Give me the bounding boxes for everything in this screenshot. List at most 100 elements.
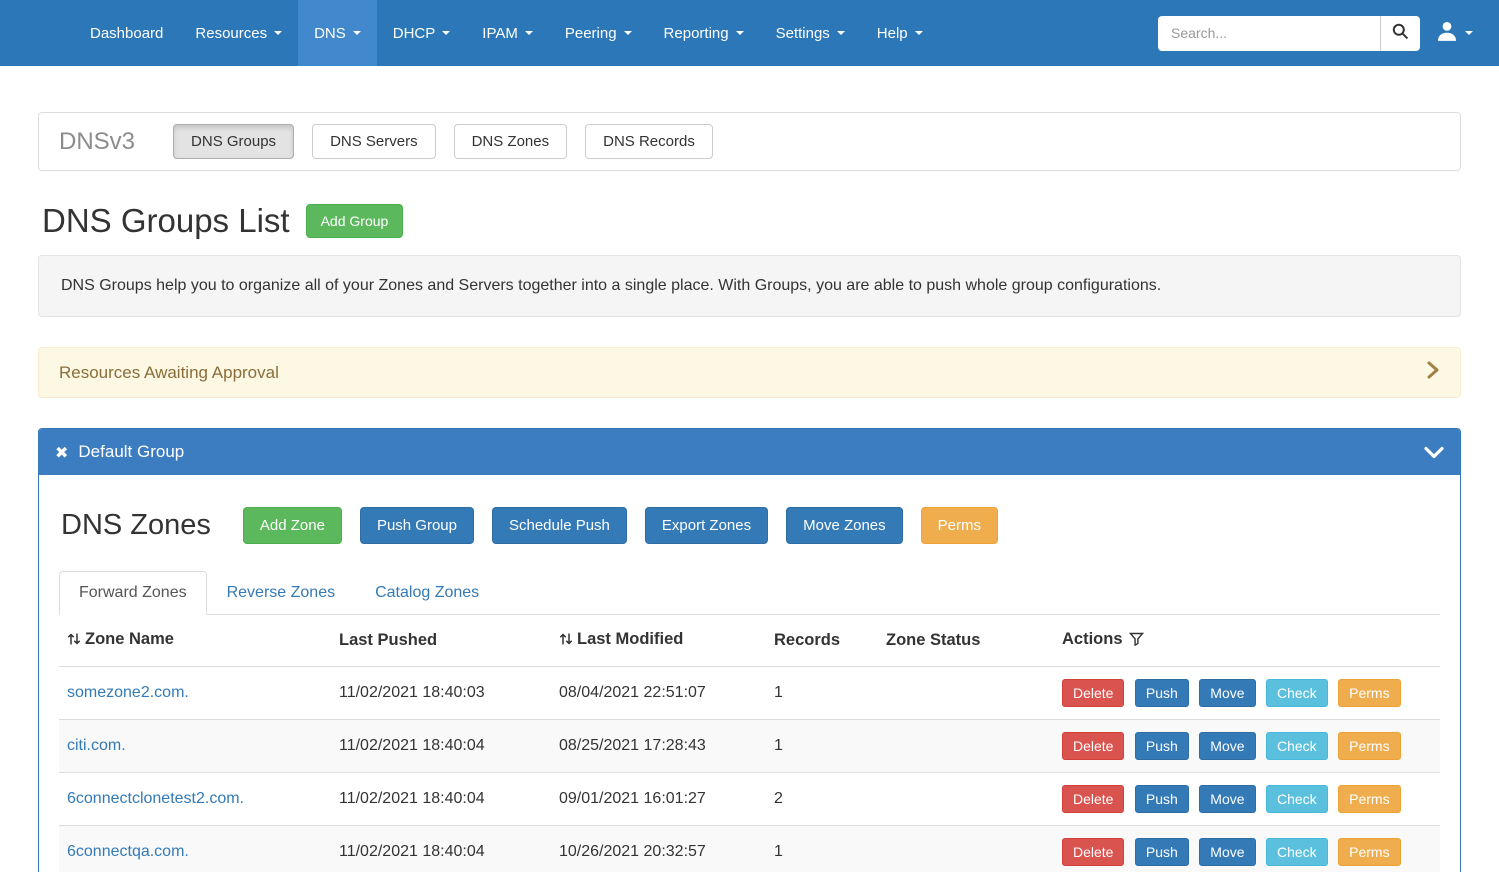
delete-button[interactable]: Delete [1062,838,1124,866]
push-button[interactable]: Push [1135,785,1189,813]
add-group-button[interactable]: Add Group [306,204,404,238]
move-button[interactable]: Move [1199,679,1255,707]
perms-button[interactable]: Perms [921,507,998,544]
approval-title: Resources Awaiting Approval [59,363,279,383]
check-button[interactable]: Check [1266,838,1328,866]
header-label: Last Modified [577,630,683,648]
move-button[interactable]: Move [1199,838,1255,866]
page-title: DNS Groups List [42,202,290,240]
table-row: citi.com. 11/02/2021 18:40:04 08/25/2021… [59,720,1440,773]
perms-row-button[interactable]: Perms [1338,679,1400,707]
chevron-down-icon[interactable] [1424,446,1444,459]
dns-zones-button[interactable]: DNS Zones [454,124,568,159]
top-navbar: Dashboard Resources DNS DHCP IPAM Peerin… [0,0,1499,66]
user-menu[interactable] [1420,20,1489,47]
last-pushed-cell: 11/02/2021 18:40:04 [331,773,551,826]
zone-tabs: Forward Zones Reverse Zones Catalog Zone… [59,571,1440,615]
perms-row-button[interactable]: Perms [1338,785,1400,813]
tab-catalog-zones[interactable]: Catalog Zones [355,571,499,615]
header-last-modified[interactable]: Last Modified [551,615,766,667]
zone-status-cell [878,667,1054,720]
delete-button[interactable]: Delete [1062,679,1124,707]
nav-label: Dashboard [90,25,163,42]
zone-link[interactable]: citi.com. [67,737,126,754]
actions-cell: Delete Push Move Check Perms [1054,826,1440,872]
zone-status-cell [878,720,1054,773]
last-modified-cell: 10/26/2021 20:32:57 [551,826,766,872]
default-group-header[interactable]: ✖ Default Group [39,429,1460,475]
description-well: DNS Groups help you to organize all of y… [38,255,1461,317]
tab-reverse-zones[interactable]: Reverse Zones [207,571,356,615]
chevron-down-icon [274,31,282,35]
perms-row-button[interactable]: Perms [1338,732,1400,760]
dns-servers-button[interactable]: DNS Servers [312,124,436,159]
chevron-down-icon [442,31,450,35]
header-zone-name[interactable]: Zone Name [59,615,331,667]
subnav-title: DNSv3 [59,128,135,156]
delete-button[interactable]: Delete [1062,732,1124,760]
nav-label: DHCP [393,25,436,42]
header-label: Last Pushed [339,631,437,649]
header-last-pushed[interactable]: Last Pushed [331,615,551,667]
nav-resources[interactable]: Resources [179,0,298,66]
nav-settings[interactable]: Settings [760,0,861,66]
delete-button[interactable]: Delete [1062,785,1124,813]
perms-row-button[interactable]: Perms [1338,838,1400,866]
zones-toolbar: DNS Zones Add Zone Push Group Schedule P… [61,507,1440,544]
zone-link[interactable]: 6connectclonetest2.com. [67,790,244,807]
add-zone-button[interactable]: Add Zone [243,507,342,544]
dns-groups-button[interactable]: DNS Groups [173,124,294,159]
approval-panel[interactable]: Resources Awaiting Approval [38,347,1461,398]
zones-section-title: DNS Zones [61,509,211,542]
chevron-down-icon [736,31,744,35]
push-button[interactable]: Push [1135,838,1189,866]
dns-records-button[interactable]: DNS Records [585,124,713,159]
sort-icon [67,632,81,650]
zone-status-cell [878,773,1054,826]
user-icon [1436,20,1458,47]
export-zones-button[interactable]: Export Zones [645,507,768,544]
nav-help[interactable]: Help [861,0,939,66]
schedule-push-button[interactable]: Schedule Push [492,507,627,544]
nav-label: Reporting [664,25,729,42]
move-button[interactable]: Move [1199,732,1255,760]
push-button[interactable]: Push [1135,732,1189,760]
check-button[interactable]: Check [1266,785,1328,813]
close-icon[interactable]: ✖ [55,443,68,462]
check-button[interactable]: Check [1266,679,1328,707]
check-button[interactable]: Check [1266,732,1328,760]
nav-ipam[interactable]: IPAM [466,0,549,66]
nav-reporting[interactable]: Reporting [648,0,760,66]
tab-forward-zones[interactable]: Forward Zones [59,571,207,615]
zone-status-cell [878,826,1054,872]
move-button[interactable]: Move [1199,785,1255,813]
push-button[interactable]: Push [1135,679,1189,707]
actions-cell: Delete Push Move Check Perms [1054,720,1440,773]
header-label: Records [774,631,840,649]
search-input[interactable] [1158,16,1380,51]
nav-label: IPAM [482,25,518,42]
nav-label: Settings [776,25,830,42]
nav-peering[interactable]: Peering [549,0,648,66]
search-button[interactable] [1380,16,1420,51]
nav-dashboard[interactable]: Dashboard [74,0,179,66]
chevron-right-icon [1426,360,1440,385]
title-row: DNS Groups List Add Group [38,202,1461,240]
search-icon [1392,23,1409,43]
last-modified-cell: 08/04/2021 22:51:07 [551,667,766,720]
last-pushed-cell: 11/02/2021 18:40:03 [331,667,551,720]
table-header-row: Zone Name Last Pushed Last Modified Reco… [59,615,1440,667]
nav-dns[interactable]: DNS [298,0,377,66]
last-modified-cell: 08/25/2021 17:28:43 [551,720,766,773]
filter-icon[interactable] [1129,632,1144,650]
nav-dhcp[interactable]: DHCP [377,0,467,66]
chevron-down-icon [353,31,361,35]
header-label: Zone Status [886,631,980,649]
last-pushed-cell: 11/02/2021 18:40:04 [331,826,551,872]
move-zones-button[interactable]: Move Zones [786,507,903,544]
push-group-button[interactable]: Push Group [360,507,474,544]
actions-cell: Delete Push Move Check Perms [1054,667,1440,720]
zone-link[interactable]: 6connectqa.com. [67,843,189,860]
records-cell: 1 [766,720,878,773]
zone-link[interactable]: somezone2.com. [67,684,189,701]
